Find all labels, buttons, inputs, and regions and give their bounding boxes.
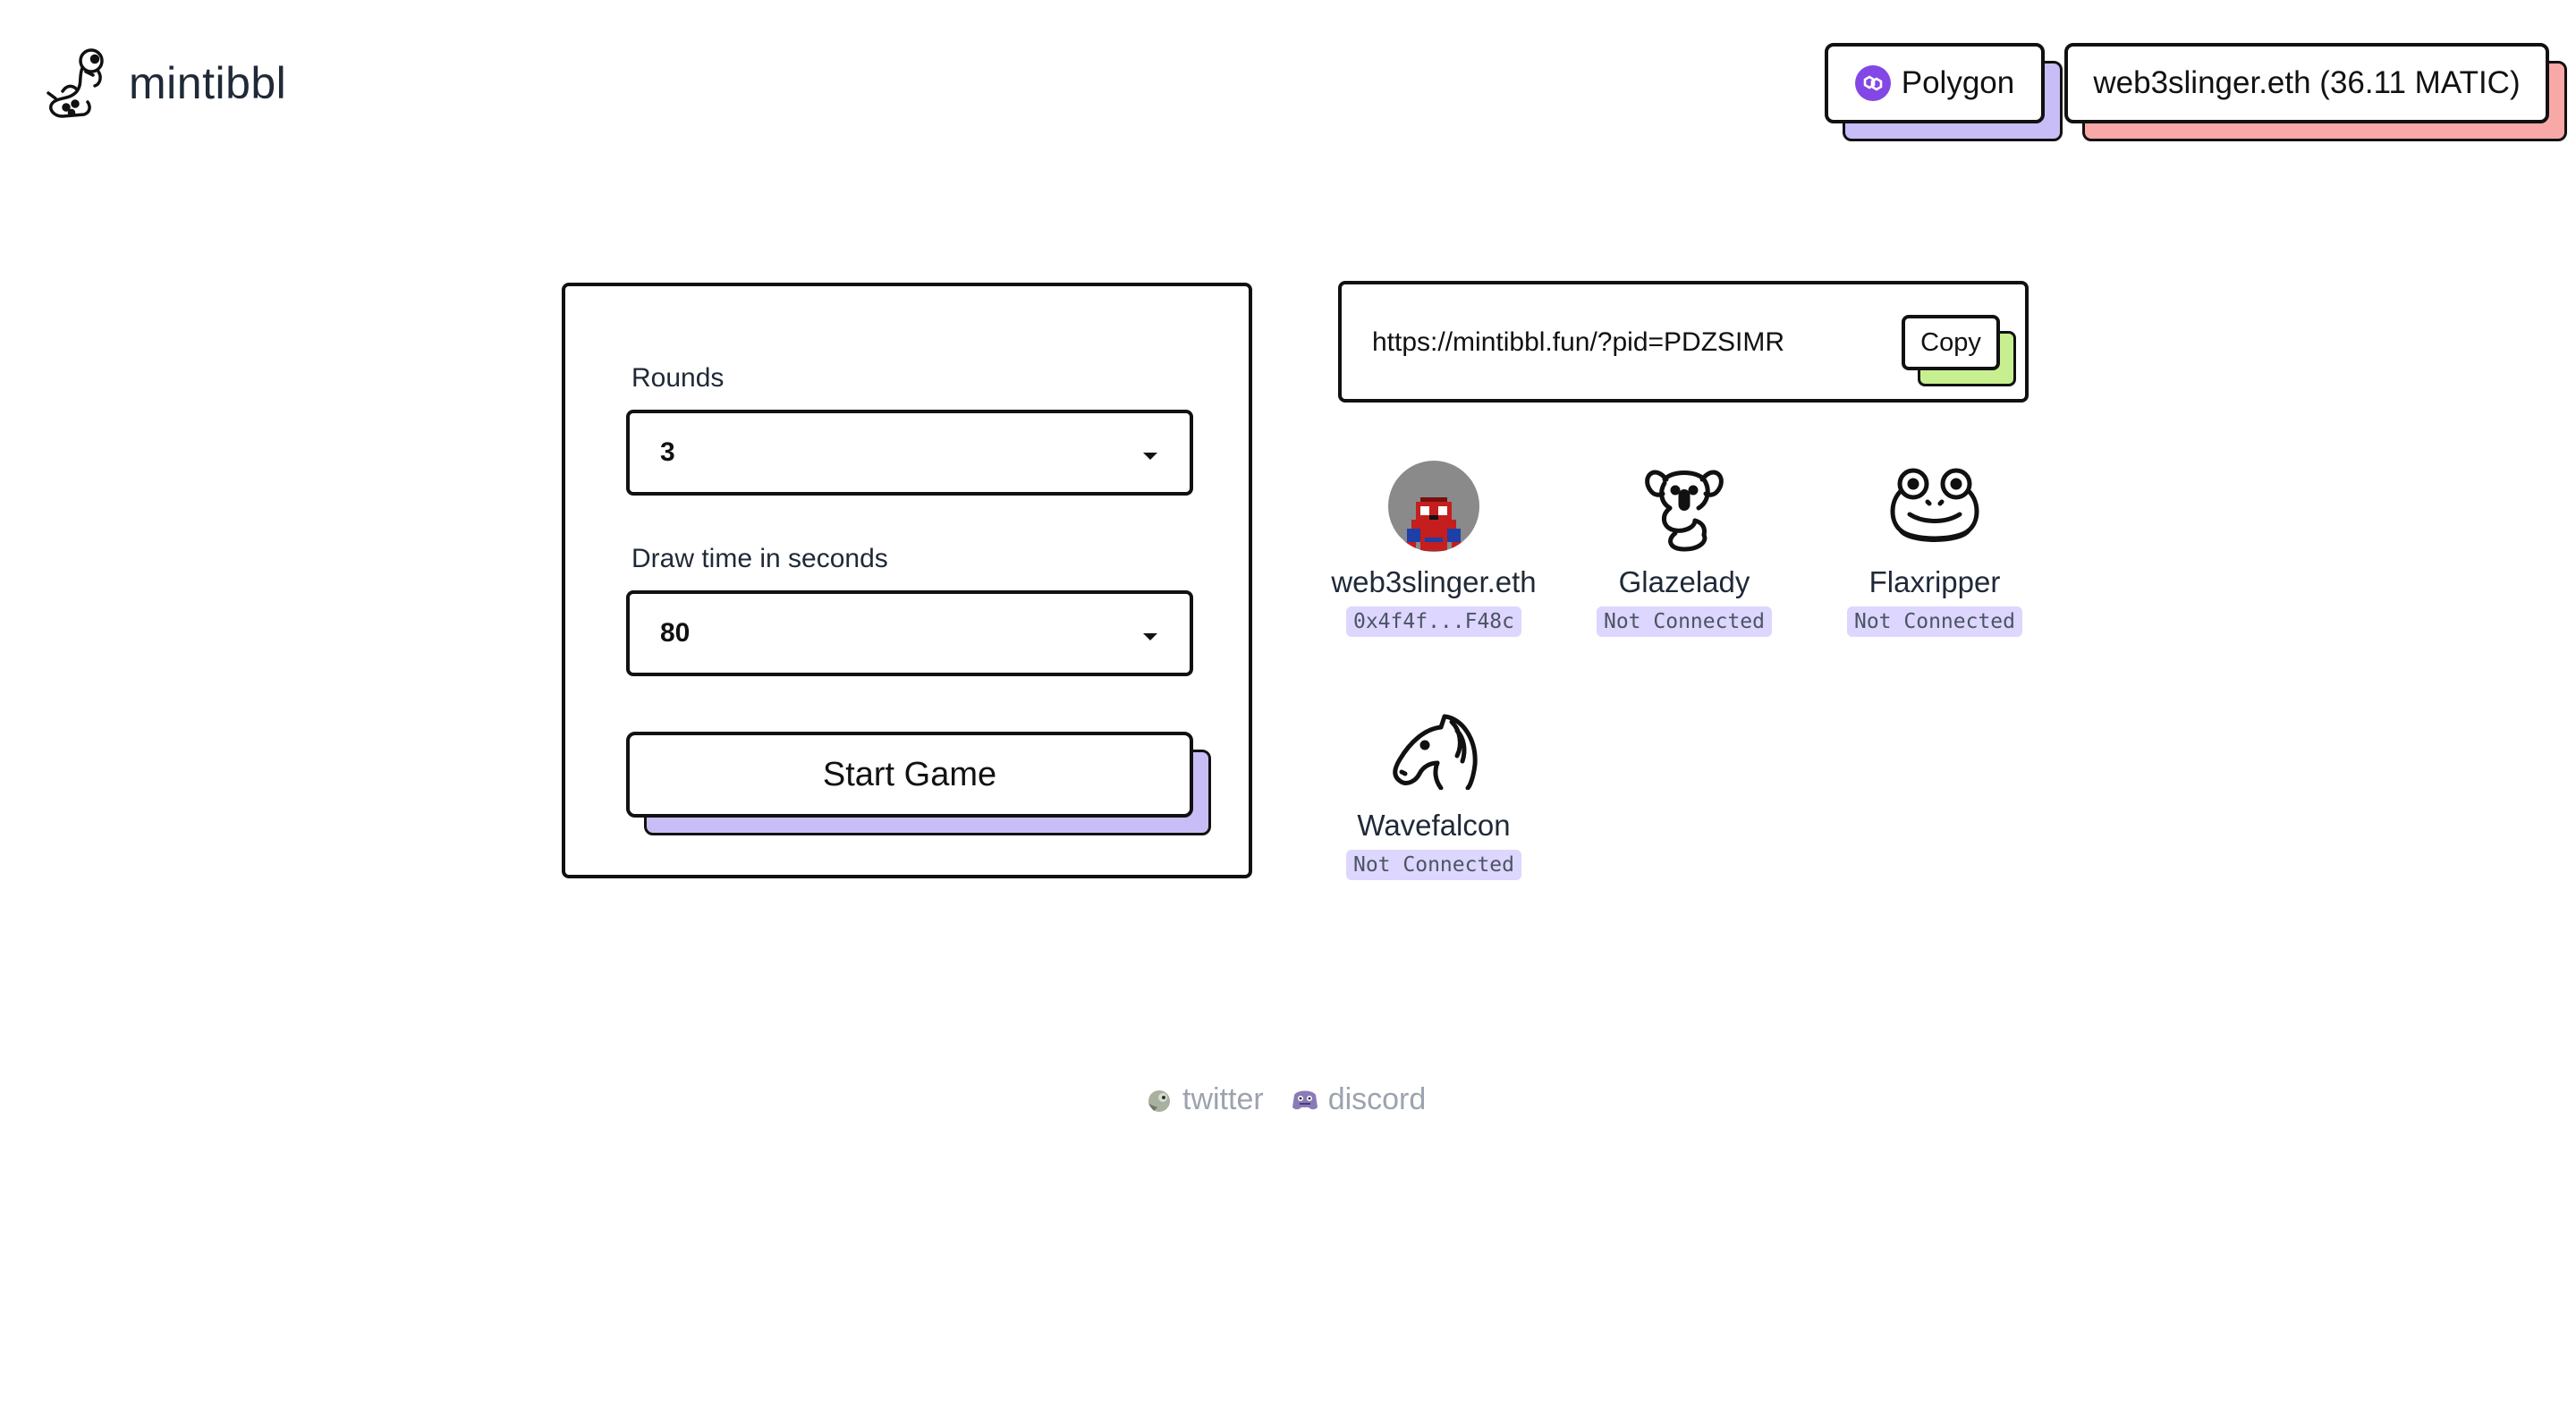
player-name: web3slinger.eth xyxy=(1331,565,1537,598)
draw-time-select[interactable]: 80 xyxy=(626,590,1193,676)
chevron-down-icon xyxy=(1143,453,1157,460)
invite-url[interactable]: https://mintibbl.fun/?pid=PDZSIMR xyxy=(1372,327,1784,358)
wallet-button[interactable]: web3slinger.eth (36.11 MATIC) xyxy=(2064,43,2567,141)
player-name: Flaxripper xyxy=(1868,565,2001,598)
logo-text: mintibbl xyxy=(129,58,287,108)
frog-icon xyxy=(1888,460,1981,553)
player-card: Wavefalcon Not Connected xyxy=(1309,703,1559,880)
player-name: Wavefalcon xyxy=(1357,809,1511,842)
koala-icon xyxy=(1638,460,1731,553)
wallet-label: web3slinger.eth (36.11 MATIC) xyxy=(2093,65,2521,100)
player-status-badge: Not Connected xyxy=(1596,606,1772,637)
dino-logo-icon xyxy=(47,48,104,118)
player-card: Flaxripper Not Connected xyxy=(1809,460,2060,637)
player-card: Glazelady Not Connected xyxy=(1559,460,1809,637)
player-card: web3slinger.eth 0x4f4f...F48c xyxy=(1309,460,1559,637)
discord-monster-icon xyxy=(1292,1090,1318,1109)
wallet-button-face[interactable]: web3slinger.eth (36.11 MATIC) xyxy=(2064,43,2549,123)
rounds-label: Rounds xyxy=(631,363,724,393)
discord-label: discord xyxy=(1327,1082,1427,1116)
discord-link[interactable]: discord xyxy=(1291,1082,1427,1117)
draw-time-label: Draw time in seconds xyxy=(631,544,888,573)
rounds-select[interactable]: 3 xyxy=(626,410,1193,496)
start-game-label: Start Game xyxy=(822,755,997,793)
start-game-button[interactable]: Start Game xyxy=(626,732,1211,835)
twitter-link[interactable]: twitter xyxy=(1145,1082,1264,1117)
copy-label: Copy xyxy=(1920,327,1981,357)
player-name: Glazelady xyxy=(1618,565,1750,598)
player-status-badge: Not Connected xyxy=(1846,606,2022,637)
logo[interactable]: mintibbl xyxy=(45,45,286,122)
copy-button-face[interactable]: Copy xyxy=(1902,315,2000,370)
player-status-badge: Not Connected xyxy=(1345,850,1521,880)
rounds-value: 3 xyxy=(660,437,675,467)
draw-time-value: 80 xyxy=(660,618,691,648)
horse-icon xyxy=(1387,703,1480,796)
twitter-label: twitter xyxy=(1182,1082,1264,1116)
game-settings-card: Rounds 3 Draw time in seconds 80 Start G… xyxy=(562,283,1252,878)
network-button[interactable]: Polygon xyxy=(1825,43,2063,141)
polygon-icon xyxy=(1854,65,1891,101)
chevron-down-icon xyxy=(1143,633,1157,640)
copy-button[interactable]: Copy xyxy=(1902,315,2016,386)
footer: twitter discord xyxy=(1145,1082,1453,1117)
twitter-bird-icon xyxy=(1148,1089,1170,1112)
start-game-button-face[interactable]: Start Game xyxy=(626,732,1193,818)
pixel-spiderman-avatar-icon xyxy=(1388,461,1479,552)
network-label: Polygon xyxy=(1901,65,2015,100)
invite-link-box: https://mintibbl.fun/?pid=PDZSIMR Copy xyxy=(1338,281,2029,403)
avatar xyxy=(1387,460,1480,553)
player-status-badge: 0x4f4f...F48c xyxy=(1345,606,1521,637)
network-button-face[interactable]: Polygon xyxy=(1825,43,2045,123)
